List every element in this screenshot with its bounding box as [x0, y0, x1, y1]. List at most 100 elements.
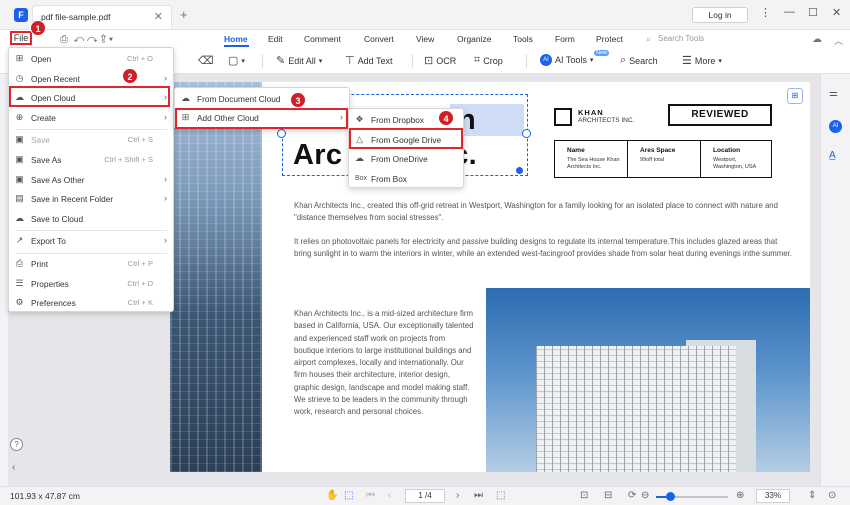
zoom-out-icon[interactable]: ⊖: [641, 490, 649, 501]
close-tab-icon[interactable]: ✕: [154, 10, 163, 23]
collapse-ribbon-icon[interactable]: ︿: [834, 34, 843, 47]
tab-form[interactable]: Form: [555, 34, 575, 44]
page-translate-icon[interactable]: ⊞: [787, 88, 803, 104]
minimize-icon[interactable]: —: [784, 6, 795, 18]
fullscreen-icon[interactable]: ⊙: [828, 490, 836, 501]
file-menu-button[interactable]: File: [10, 31, 32, 45]
properties-icon: ☰: [15, 277, 24, 288]
search-button[interactable]: ⌕ Search: [620, 54, 658, 67]
tab-comment[interactable]: Comment: [304, 34, 341, 44]
menu-item-label: From Document Cloud: [197, 94, 281, 104]
collapse-left-icon[interactable]: ‹: [12, 462, 15, 473]
status-bar: 101.93 x 47.87 cm ✋ ⬚ ⏮ ‹ 1 /4 › ⏭ ⬚ ⊡ ⊟…: [0, 486, 850, 505]
file-menu-item-save-as-other[interactable]: ▣ Save As Other ›: [9, 171, 173, 190]
tab-home[interactable]: Home: [224, 34, 248, 44]
file-menu-item-save-in-recent-folder[interactable]: ▤ Save in Recent Folder ›: [9, 190, 173, 209]
rotate-icon[interactable]: ⟳: [628, 490, 636, 501]
document-tab[interactable]: pdf file-sample.pdf ✕: [32, 5, 172, 29]
last-page-icon[interactable]: ⏭: [474, 490, 483, 501]
crop-button[interactable]: ⌗ Crop: [474, 54, 503, 67]
file-menu-item-save-as[interactable]: ▣ Save As Ctrl + Shift + S: [9, 151, 173, 170]
resize-handle[interactable]: [277, 129, 286, 138]
quick-access-icons[interactable]: ⎙ ↶ ↷ ⇪ ▾: [60, 34, 113, 45]
page-layout-icon[interactable]: ⊡: [580, 490, 588, 501]
cloud-upload-icon[interactable]: ☁: [812, 34, 822, 45]
tab-edit[interactable]: Edit: [268, 34, 283, 44]
tab-organize[interactable]: Organize: [457, 34, 492, 44]
shape-tool-button[interactable]: ▢ ▾: [228, 54, 245, 67]
first-page-icon[interactable]: ⏮: [366, 490, 375, 501]
pdf-page: n Arc Inc. KHAN ARCHITECTS INC. REVIEWED…: [170, 82, 810, 472]
other-cloud-item-from-onedrive[interactable]: ☁ From OneDrive: [349, 150, 463, 169]
eraser-tool-icon[interactable]: ⌫: [198, 54, 214, 67]
step-badge-3: 3: [290, 92, 306, 108]
zoom-level-select[interactable]: 33%: [756, 489, 790, 503]
crop-label: Crop: [483, 55, 503, 66]
file-menu-item-export-to[interactable]: ↗ Export To ›: [9, 232, 173, 251]
file-menu-item-print[interactable]: ⎙ Print Ctrl + P: [9, 255, 173, 274]
highlight-open-cloud: [9, 86, 170, 107]
page-dimensions: 101.93 x 47.87 cm: [10, 491, 80, 501]
menu-item-label: From Box: [371, 173, 407, 184]
onedrive-icon: ☁: [355, 153, 364, 163]
menu-item-label: Preferences: [31, 298, 76, 309]
ocr-label: OCR: [436, 55, 457, 66]
page-number-input[interactable]: 1 /4: [405, 489, 445, 503]
previous-page-icon[interactable]: ‹: [388, 490, 391, 501]
file-menu-item-properties[interactable]: ☰ Properties Ctrl + D: [9, 275, 173, 294]
next-page-icon[interactable]: ›: [456, 490, 459, 501]
maximize-icon[interactable]: ☐: [808, 6, 818, 19]
menu-item-label: Save As Other: [31, 174, 85, 185]
more-button[interactable]: ☰ More ▾: [682, 54, 722, 67]
paragraph: Khan Architects Inc., created this off-g…: [294, 201, 778, 223]
menu-separator: [15, 230, 167, 232]
highlight-google-drive: [349, 128, 463, 149]
zoom-in-icon[interactable]: ⊕: [736, 490, 744, 501]
tab-convert[interactable]: Convert: [364, 34, 394, 44]
ai-tools-button[interactable]: AI AI Tools ▾: [540, 54, 593, 66]
tab-view[interactable]: View: [416, 34, 434, 44]
resize-handle[interactable]: [522, 129, 531, 138]
new-badge: New: [594, 50, 610, 56]
fit-page-icon[interactable]: ⬚: [496, 490, 505, 501]
menu-item-shortcut: Ctrl + K: [127, 298, 153, 308]
ocr-button[interactable]: ⊡ OCR: [424, 54, 456, 67]
file-menu-item-save-to-cloud[interactable]: ☁ Save to Cloud: [9, 210, 173, 229]
tab-protect[interactable]: Protect: [596, 34, 623, 44]
add-text-button[interactable]: ⊤ Add Text: [345, 54, 392, 67]
from-document-cloud-item[interactable]: ☁ From Document Cloud: [175, 90, 349, 109]
help-icon[interactable]: ?: [10, 438, 23, 451]
more-options-icon[interactable]: ⋮: [760, 6, 771, 19]
new-tab-icon[interactable]: +: [180, 7, 188, 22]
other-cloud-item-from-box[interactable]: Box From Box: [349, 170, 463, 189]
zoom-slider-knob[interactable]: [666, 492, 676, 501]
file-menu-item-create[interactable]: ⊕ Create ›: [9, 109, 173, 128]
file-menu-item-open[interactable]: ⊞ Open Ctrl + O: [9, 50, 173, 69]
hand-tool-icon[interactable]: ✋: [326, 490, 338, 501]
search-tools-input[interactable]: Search Tools: [658, 34, 704, 43]
print-icon: ⎙: [15, 258, 24, 268]
ai-assistant-icon[interactable]: AI: [829, 120, 842, 133]
view-mode-icon[interactable]: ⊟: [604, 490, 612, 501]
search-tools-icon[interactable]: ⌕: [646, 34, 651, 45]
close-window-icon[interactable]: ✕: [832, 6, 841, 19]
more-list-icon: ☰: [682, 55, 692, 67]
toolbar-divider: [262, 54, 263, 68]
login-button[interactable]: Log in: [692, 7, 748, 23]
open-icon: ⊞: [15, 53, 24, 63]
info-head: Location: [713, 147, 741, 154]
select-tool-icon[interactable]: ⬚: [344, 490, 353, 501]
menu-item-label: Save: [31, 135, 50, 146]
resize-handle[interactable]: [516, 167, 523, 174]
fit-width-icon[interactable]: ⇕: [808, 490, 816, 501]
tab-tools[interactable]: Tools: [513, 34, 533, 44]
paragraph: Khan Architects Inc., is a mid-sized arc…: [294, 309, 474, 417]
adjust-panel-icon[interactable]: ⚌: [829, 88, 838, 99]
app-logo-icon: F: [14, 8, 28, 22]
translate-icon[interactable]: A̲: [829, 150, 836, 161]
menu-item-label: Create: [31, 112, 56, 123]
file-menu-item-save: ▣ Save Ctrl + S: [9, 131, 173, 150]
add-text-label: Add Text: [357, 55, 393, 66]
file-menu-item-preferences[interactable]: ⚙ Preferences Ctrl + K: [9, 294, 173, 313]
edit-all-button[interactable]: ✎ Edit All ▾: [276, 54, 322, 67]
